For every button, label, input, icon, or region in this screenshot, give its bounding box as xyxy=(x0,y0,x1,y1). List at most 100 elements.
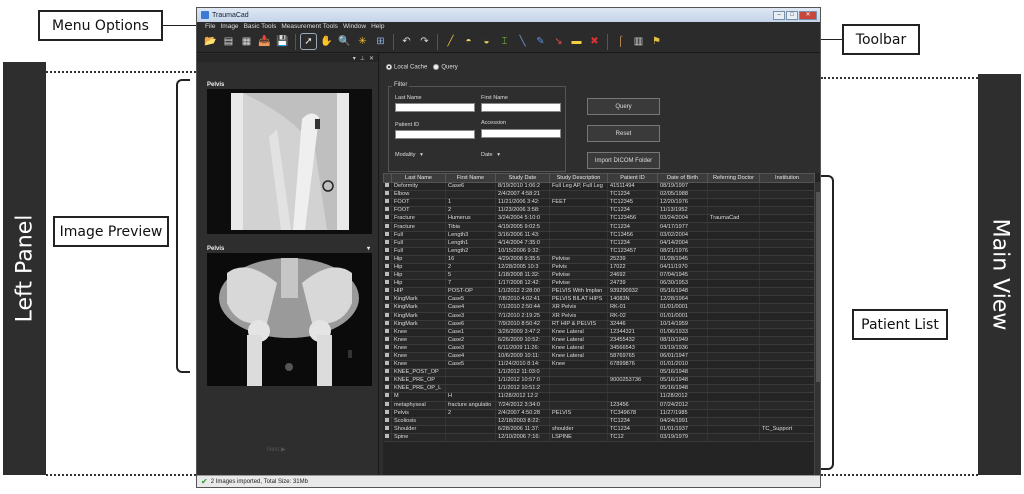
query-option[interactable]: Query xyxy=(433,64,458,71)
table-row[interactable]: HIP POST-OP 1/1/2012 2:28:00 PELVIS With Im… xyxy=(383,287,815,297)
local-cache-option[interactable]: Local Cache xyxy=(386,64,427,71)
table-row[interactable]: KNEE_PRE_OP 1/1/2012 10:57:0 9000253736 05/… xyxy=(383,376,815,386)
table-row[interactable]: FOOT 1 11/21/2006 3:42: FEET TC12345 12/20/19… xyxy=(383,198,815,208)
table-row[interactable]: Hip 5 1/18/2008 11:32: Pelvise 24692 07/04/19… xyxy=(383,271,815,281)
panel-dropdown-icon[interactable]: ▾ xyxy=(353,55,356,62)
menu-measurement-tools[interactable]: Measurement Tools xyxy=(281,23,338,30)
table-row[interactable]: Full Length1 4/14/2004 7:35:0 TC1234 04/14/2… xyxy=(383,239,815,248)
table-row[interactable]: Knee Case1 3/26/2009 3:47:2 Knee Lateral 123… xyxy=(383,328,815,337)
patient-id-input[interactable] xyxy=(395,130,475,139)
table-row[interactable]: Fracture Humerus 3/24/2004 5:10:0 TC123456 0… xyxy=(383,214,815,224)
table-row[interactable]: Fracture Tibia 4/19/2005 9:02:5 TC1234 04/17… xyxy=(383,222,815,232)
table-row[interactable]: Knee Case3 6/11/2009 11:26: Knee Lateral 345… xyxy=(383,344,815,353)
menu-file[interactable]: File xyxy=(205,23,215,30)
table-row[interactable]: Knee Case2 6/26/2009 10:52: Knee Lateral 234… xyxy=(383,336,815,345)
zoom-icon[interactable]: 🔍 xyxy=(337,34,352,49)
table-row[interactable]: Hip 16 4/29/2008 9:35:5 Pelvise 25239 01/28/1… xyxy=(383,255,815,264)
query-button[interactable]: Query xyxy=(587,98,660,115)
menu-window[interactable]: Window xyxy=(343,23,366,30)
column-header-institution[interactable]: Institution xyxy=(759,173,815,183)
table-cell: Fracture xyxy=(391,222,446,232)
table-row[interactable]: KNEE_POST_OP 1/1/2012 11:03:0 05/16/1948 xyxy=(383,368,815,378)
table-row[interactable]: Full Length3 3/16/2006 11:43: TC13456 03/02/… xyxy=(383,231,815,240)
table-row[interactable]: KingMark Case3 7/1/2010 2:19:25 XR Pelvis RK… xyxy=(383,312,815,321)
table-row[interactable]: KingMark Case5 7/8/2010 4:02:41 PELVIS BILA… xyxy=(383,295,815,305)
main-view-guide-bottom xyxy=(821,474,978,476)
menu-help[interactable]: Help xyxy=(371,23,384,30)
table-row[interactable]: FOOT 2 11/23/2006 3:58: TC1234 11/13/1952 xyxy=(383,206,815,216)
column-header-date-of-birth[interactable]: Date of Birth xyxy=(657,173,708,183)
scrollbar-thumb[interactable] xyxy=(816,192,820,382)
save-icon[interactable]: 💾 xyxy=(275,34,290,49)
reset-button[interactable]: Reset xyxy=(587,125,660,142)
close-button[interactable]: ✕ xyxy=(799,10,817,20)
import-icon[interactable]: 📥 xyxy=(257,34,272,49)
table-row[interactable]: Knee Case5 11/24/2010 8:14: Knee 67899876 01/… xyxy=(383,360,815,370)
table-row[interactable]: metaphyseal fracture angulatio 7/24/2012 3… xyxy=(383,401,815,410)
table-row[interactable]: Scoliosis 12/18/2003 8:22: TC1234 04/24/199… xyxy=(383,417,815,426)
column-header-last-name[interactable]: Last Name xyxy=(391,173,446,183)
thumbnail-knee-xray[interactable] xyxy=(207,89,372,234)
redo-icon[interactable]: ↷ xyxy=(417,34,432,49)
column-header-referring-doctor[interactable]: Referring Doctor xyxy=(707,173,760,183)
date-dropdown[interactable]: Date ▾ xyxy=(481,152,500,158)
column-header-study-description[interactable]: Study Description xyxy=(549,173,608,183)
column-header-patient-id[interactable]: Patient ID xyxy=(607,173,658,183)
row-icon xyxy=(383,328,392,337)
delete-icon[interactable]: ✖ xyxy=(587,34,602,49)
minimize-button[interactable]: – xyxy=(773,10,785,20)
note-tool-icon[interactable]: ▬ xyxy=(569,34,584,49)
next-button[interactable]: Next ▶ xyxy=(267,446,286,453)
table-row[interactable]: Shoulder 6/28/2006 11:37: shoulder TC1234 01… xyxy=(383,425,815,434)
angle-tool-icon[interactable]: ◒ xyxy=(479,34,494,49)
table-row[interactable]: Spine 12/10/2006 7:16: LSPINE TC12 03/19/197… xyxy=(383,433,815,443)
panel-close-icon[interactable]: ✕ xyxy=(369,55,374,62)
last-name-input[interactable] xyxy=(395,103,475,112)
modality-dropdown[interactable]: Modality ▾ xyxy=(395,152,423,158)
table-row[interactable]: Hip 2 12/28/2005 10:3 Pelvis 17022 04/11/1970 xyxy=(383,263,815,273)
import-dicom-folder-button[interactable]: Import DICOM Folder xyxy=(587,152,660,169)
table-row[interactable]: Hip 7 1/17/2008 12:42: Pelvise 24739 06/30/19… xyxy=(383,279,815,289)
measure-line-icon[interactable]: ╲ xyxy=(515,34,530,49)
table-row[interactable]: M H 11/28/2012 12:2 11/28/2012 xyxy=(383,392,815,402)
arrow-tool-icon[interactable]: ↘ xyxy=(551,34,566,49)
undo-icon[interactable]: ↶ xyxy=(399,34,414,49)
table-row[interactable]: Deformity Case6 8/19/2010 1:06:2 Full Leg A… xyxy=(383,182,815,192)
first-name-input[interactable] xyxy=(481,103,561,112)
column-header-study-date[interactable]: Study Date xyxy=(495,173,550,183)
table-vertical-scrollbar[interactable] xyxy=(814,182,820,475)
pointer-icon[interactable]: ➚ xyxy=(300,33,317,50)
table-cell: Hip xyxy=(391,271,446,281)
panel-pin-icon[interactable]: ⊥ xyxy=(360,55,365,62)
table-row[interactable]: Elbow 2/4/2007 4:58:21 TC1234 02/05/1988 xyxy=(383,190,815,200)
table-row[interactable]: Knee Case4 10/6/2009 10:11: Knee Lateral 587… xyxy=(383,352,815,362)
flag-icon[interactable]: ⚑ xyxy=(649,34,664,49)
circle-tool-icon[interactable]: ◓ xyxy=(461,34,476,49)
table-row[interactable]: Pelvis 2 2/4/2007 4:50:28 PELVIS TC349678 11/… xyxy=(383,409,815,418)
template-icon[interactable]: ▥ xyxy=(631,34,646,49)
line-tool-icon[interactable]: ╱ xyxy=(443,34,458,49)
pan-hand-icon[interactable]: ✋ xyxy=(319,34,334,49)
grid-icon[interactable]: ▦ xyxy=(239,34,254,49)
layout-icon[interactable]: ⊞ xyxy=(373,34,388,49)
table-row[interactable]: KNEE_PRE_OP_L 1/1/2012 10:51:2 05/16/1948 xyxy=(383,384,815,394)
table-row[interactable]: Full Length2 10/15/2006 9:32: TC123457 08/21… xyxy=(383,247,815,256)
brightness-icon[interactable]: ✳ xyxy=(355,34,370,49)
pen-tool-icon[interactable]: ✎ xyxy=(533,34,548,49)
open-folder-icon[interactable]: 📂 xyxy=(203,34,218,49)
table-row[interactable]: KingMark Case6 7/9/2010 8:50:42 RT HIP & PE… xyxy=(383,320,815,329)
table-cell xyxy=(759,384,815,394)
menu-image[interactable]: Image xyxy=(220,23,238,30)
table-row[interactable]: KingMark Case4 7/1/2010 2:50:44 XR Pelvis RK… xyxy=(383,303,815,313)
implant-icon[interactable]: ⌠ xyxy=(613,34,628,49)
local-cache-radio[interactable] xyxy=(386,64,392,70)
ruler-tool-icon[interactable]: ⌶ xyxy=(497,34,512,49)
thumb-2-menu-icon[interactable]: ▾ xyxy=(367,245,370,252)
maximize-button[interactable]: □ xyxy=(786,10,798,20)
thumbnail-pelvis-xray[interactable] xyxy=(207,253,372,386)
column-header-first-name[interactable]: First Name xyxy=(445,173,496,183)
query-radio[interactable] xyxy=(433,64,440,70)
menu-basic-tools[interactable]: Basic Tools xyxy=(244,23,277,30)
new-image-icon[interactable]: ▤ xyxy=(221,34,236,49)
accession-input[interactable] xyxy=(481,129,561,138)
